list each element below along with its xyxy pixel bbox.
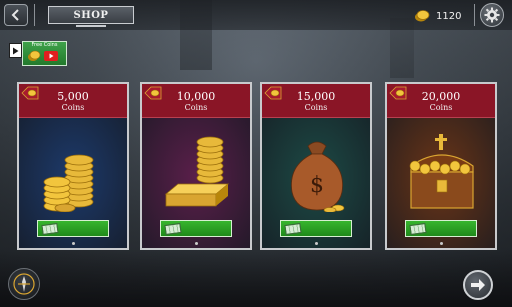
card-dot — [195, 242, 198, 245]
buy-button[interactable] — [405, 220, 477, 237]
title-underline — [76, 25, 106, 27]
package-amount: 20,000 — [421, 90, 461, 103]
settings-button[interactable] — [480, 3, 504, 27]
card-header: 15,000 Coins — [262, 84, 370, 118]
package-amount: 15,000 — [296, 90, 336, 103]
free-coins-label: Free Coins — [31, 42, 58, 48]
cash-icon — [41, 222, 59, 235]
svg-text:$: $ — [310, 173, 324, 198]
cash-icon — [164, 222, 182, 235]
cash-icon — [409, 222, 427, 235]
free-coins-box: Free Coins — [22, 41, 67, 66]
card-dot — [440, 242, 443, 245]
coin-stack-icon — [43, 154, 94, 212]
play-icon — [9, 43, 22, 58]
arrow-right-icon — [471, 279, 485, 291]
card-header: 20,000 Coins — [387, 84, 495, 118]
treasure-chest-icon — [409, 134, 474, 209]
package-unit: Coins — [429, 103, 453, 112]
coin-icon — [28, 50, 41, 61]
gear-icon — [484, 7, 500, 23]
card-header: 5,000 Coins — [19, 84, 127, 118]
coin-package-card[interactable]: 5,000 Coins — [17, 82, 129, 250]
card-dot — [72, 242, 75, 245]
package-unit: Coins — [304, 103, 328, 112]
package-amount: 5,000 — [57, 90, 89, 103]
coin-package-card[interactable]: 15,000 Coins $ — [260, 82, 372, 250]
package-amount: 10,000 — [176, 90, 216, 103]
package-unit: Coins — [184, 103, 208, 112]
next-button[interactable] — [463, 270, 493, 300]
gold-bars-icon — [164, 136, 230, 207]
chevron-left-icon — [11, 9, 19, 21]
coin-package-card[interactable]: 10,000 Coins — [140, 82, 252, 250]
cash-icon — [284, 222, 302, 235]
background-shade — [0, 251, 512, 307]
package-unit: Coins — [61, 103, 85, 112]
buy-button[interactable] — [280, 220, 352, 237]
emblem-icon[interactable] — [8, 268, 40, 300]
money-bag-icon: $ — [291, 141, 345, 212]
buy-button[interactable] — [37, 220, 109, 237]
coin-package-card[interactable]: 20,000 Coins — [385, 82, 497, 250]
balance-value: 1120 — [436, 10, 462, 22]
coin-balance: 1120 — [414, 8, 461, 24]
card-header: 10,000 Coins — [142, 84, 250, 118]
video-icon — [44, 51, 58, 61]
coin-icon — [415, 10, 430, 22]
card-dot — [315, 242, 318, 245]
buy-button[interactable] — [160, 220, 232, 237]
free-coins-button[interactable]: Free Coins — [9, 41, 67, 66]
divider — [474, 4, 475, 26]
divider — [34, 4, 35, 26]
back-button[interactable] — [4, 4, 28, 26]
page-title: SHOP — [48, 6, 134, 24]
